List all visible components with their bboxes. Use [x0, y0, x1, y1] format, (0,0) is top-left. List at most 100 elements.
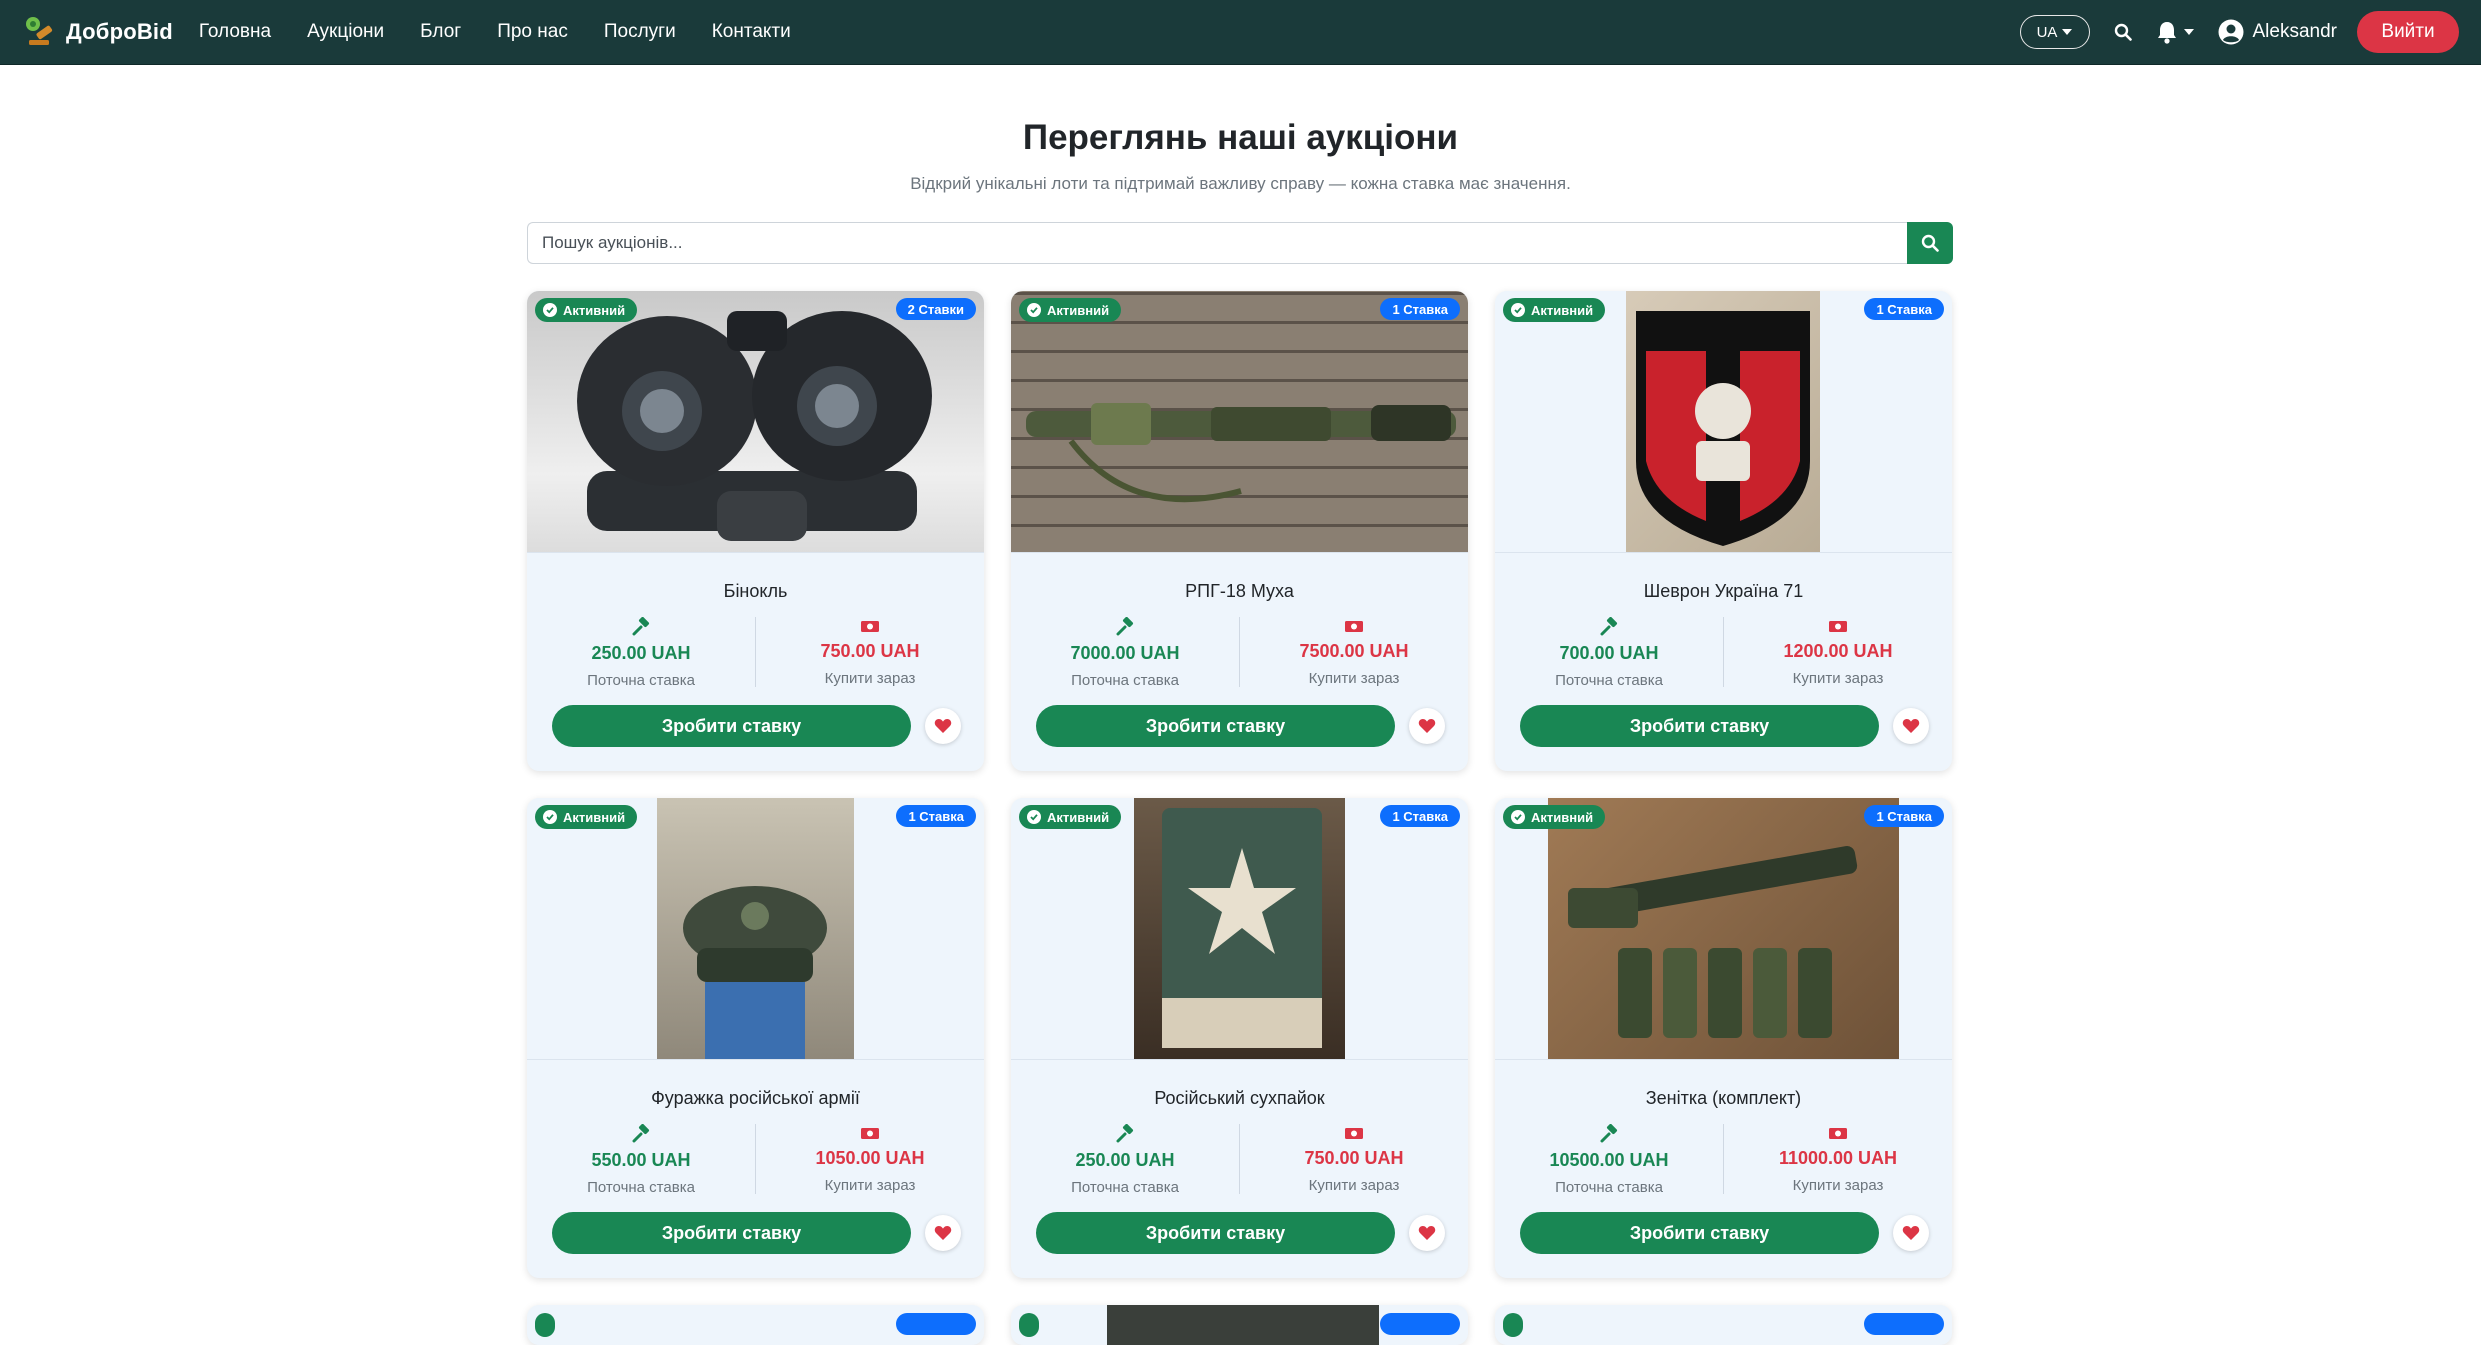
- check-circle-icon: [1027, 303, 1041, 317]
- lot-title[interactable]: Фуражка російської армії: [527, 1088, 984, 1109]
- lot-image: Активний 1 Ставка: [1011, 291, 1468, 553]
- auction-card[interactable]: Активний 1 Ставка Зенітка (комплект) 105…: [1495, 798, 1952, 1278]
- search-toggle-button[interactable]: [2114, 23, 2132, 41]
- place-bid-button[interactable]: Зробити ставку: [1520, 705, 1879, 747]
- search-button[interactable]: [1907, 222, 1953, 264]
- current-bid-value: 7000.00 UAH: [1070, 643, 1180, 663]
- price-block: 250.00 UAH Поточна ставка 750.00 UAH Куп…: [527, 617, 984, 689]
- current-bid-label: Поточна ставка: [1071, 672, 1179, 689]
- favorite-button[interactable]: [1409, 708, 1445, 744]
- favorite-button[interactable]: [925, 1215, 961, 1251]
- auction-card[interactable]: Активний 1 Ставка Шеврон Україна 71 700.…: [1495, 291, 1952, 771]
- price-block: 10500.00 UAH Поточна ставка 11000.00 UAH…: [1495, 1124, 1952, 1196]
- lot-image: Активний 1 Ставка: [1495, 798, 1952, 1060]
- price-block: 700.00 UAH Поточна ставка 1200.00 UAH Ку…: [1495, 617, 1952, 689]
- brand-name: ДоброBid: [66, 19, 173, 44]
- chevron-down-icon: [2183, 29, 2194, 35]
- status-text: Активний: [1047, 302, 1110, 318]
- auction-card[interactable]: Активний 2 Ставки Бінокль 250.00 UAH Пот…: [527, 291, 984, 771]
- status-badge: Активний: [1503, 805, 1606, 829]
- cash-icon: [860, 617, 880, 635]
- auction-card[interactable]: Активний 1 Ставка Російський сухпайок 25…: [1011, 798, 1468, 1278]
- heart-icon: [1418, 1226, 1436, 1240]
- cash-icon: [1344, 1124, 1364, 1142]
- notifications-dropdown[interactable]: [2156, 20, 2194, 44]
- page-title: Переглянь наші аукціони: [1022, 118, 1459, 157]
- gavel-icon: [1115, 1124, 1135, 1144]
- top-navbar: ДоброBid Головна Аукціони Блог Про нас П…: [0, 0, 2481, 65]
- lot-photo: [1011, 291, 1468, 552]
- current-bid: 700.00 UAH Поточна ставка: [1495, 617, 1723, 689]
- place-bid-button[interactable]: Зробити ставку: [552, 705, 911, 747]
- nav-right: UA Aleksandr Вийти: [2019, 11, 2459, 53]
- status-badge: [1503, 1313, 1523, 1337]
- buy-now: 1200.00 UAH Купити зараз: [1723, 617, 1952, 687]
- language-dropdown[interactable]: UA: [2019, 15, 2090, 49]
- bids-count-badge: [1864, 1313, 1944, 1335]
- favorite-button[interactable]: [1409, 1215, 1445, 1251]
- lot-photo: [1626, 291, 1820, 552]
- status-badge: Активний: [1019, 805, 1122, 829]
- lot-image: Активний 1 Ставка: [1495, 291, 1952, 553]
- logout-button[interactable]: Вийти: [2357, 11, 2459, 53]
- lot-title[interactable]: РПГ-18 Муха: [1011, 581, 1468, 602]
- favorite-button[interactable]: [925, 708, 961, 744]
- auction-card-partial[interactable]: [1495, 1305, 1952, 1345]
- lot-title[interactable]: Російський сухпайок: [1011, 1088, 1468, 1109]
- bids-count-badge: 1 Ставка: [1380, 805, 1460, 827]
- user-avatar-icon: [2218, 19, 2243, 45]
- status-text: Активний: [1047, 809, 1110, 825]
- buy-now-value: 1200.00 UAH: [1783, 641, 1893, 661]
- lot-photo: [1134, 798, 1345, 1059]
- current-bid-value: 700.00 UAH: [1559, 643, 1659, 663]
- lot-title[interactable]: Шеврон Україна 71: [1495, 581, 1952, 602]
- current-bid-label: Поточна ставка: [587, 1179, 695, 1196]
- search-icon: [2114, 23, 2132, 41]
- place-bid-button[interactable]: Зробити ставку: [552, 1212, 911, 1254]
- status-text: Активний: [563, 809, 626, 825]
- nav-link-contacts[interactable]: Контакти: [712, 21, 791, 43]
- buy-now-label: Купити зараз: [1308, 1177, 1400, 1194]
- auction-card-partial[interactable]: [1011, 1305, 1468, 1345]
- bids-count-badge: [896, 1313, 976, 1335]
- place-bid-button[interactable]: Зробити ставку: [1520, 1212, 1879, 1254]
- search-input[interactable]: [527, 222, 1907, 264]
- lot-image: Активний 1 Ставка: [1011, 798, 1468, 1060]
- favorite-button[interactable]: [1893, 708, 1929, 744]
- auction-card-partial[interactable]: [527, 1305, 984, 1345]
- lot-title[interactable]: Зенітка (комплект): [1495, 1088, 1952, 1109]
- status-text: Активний: [1531, 302, 1594, 318]
- buy-now-label: Купити зараз: [824, 670, 916, 687]
- place-bid-button[interactable]: Зробити ставку: [1036, 705, 1395, 747]
- bids-count-badge: 1 Ставка: [1380, 298, 1460, 320]
- favorite-button[interactable]: [1893, 1215, 1929, 1251]
- buy-now-label: Купити зараз: [824, 1177, 916, 1194]
- place-bid-button[interactable]: Зробити ставку: [1036, 1212, 1395, 1254]
- status-badge: [535, 1313, 555, 1337]
- lot-photo: [1548, 798, 1899, 1059]
- gavel-icon: [1599, 1124, 1619, 1144]
- nav-link-services[interactable]: Послуги: [604, 21, 676, 43]
- auction-card[interactable]: Активний 1 Ставка РПГ-18 Муха 7000.00 UA…: [1011, 291, 1468, 771]
- lot-photo: [1107, 1305, 1379, 1345]
- buy-now-value: 750.00 UAH: [820, 641, 920, 661]
- brand-logo-icon: [22, 14, 58, 50]
- heart-icon: [1902, 719, 1920, 733]
- buy-now-value: 7500.00 UAH: [1299, 641, 1409, 661]
- auction-card[interactable]: Активний 1 Ставка Фуражка російської арм…: [527, 798, 984, 1278]
- status-badge: Активний: [535, 298, 638, 322]
- bids-count-badge: 1 Ставка: [1864, 805, 1944, 827]
- user-menu[interactable]: Aleksandr: [2218, 19, 2337, 45]
- current-bid: 250.00 UAH Поточна ставка: [527, 617, 755, 689]
- status-badge: Активний: [535, 805, 638, 829]
- cash-icon: [860, 1124, 880, 1142]
- nav-link-blog[interactable]: Блог: [420, 21, 461, 43]
- brand[interactable]: ДоброBid: [22, 14, 173, 50]
- nav-link-home[interactable]: Головна: [199, 21, 271, 43]
- nav-link-about[interactable]: Про нас: [497, 21, 568, 43]
- buy-now-label: Купити зараз: [1792, 1177, 1884, 1194]
- buy-now-value: 750.00 UAH: [1304, 1148, 1404, 1168]
- lot-title[interactable]: Бінокль: [527, 581, 984, 602]
- nav-link-auctions[interactable]: Аукціони: [307, 21, 384, 43]
- status-badge: Активний: [1503, 298, 1606, 322]
